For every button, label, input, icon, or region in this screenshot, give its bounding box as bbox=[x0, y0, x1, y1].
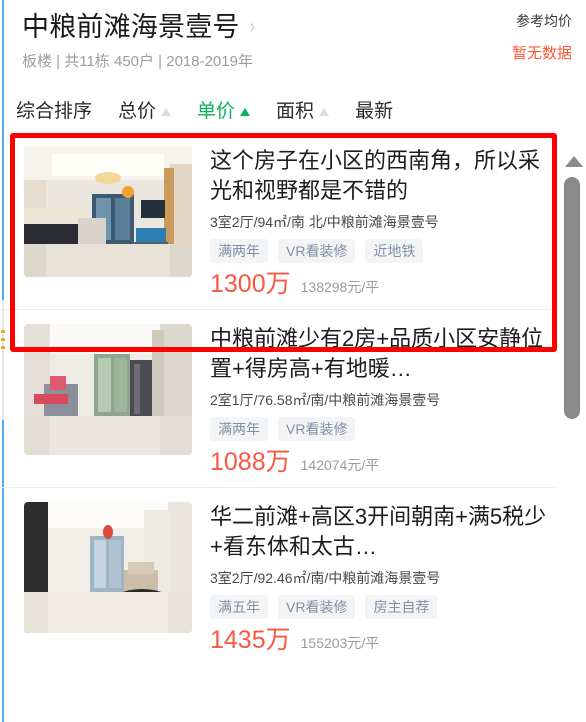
sort-option-unit-price[interactable]: 单价 bbox=[197, 100, 251, 124]
listing-tag: 满两年 bbox=[210, 239, 268, 263]
sort-arrow-up-icon bbox=[319, 108, 330, 116]
listing-total-price: 1088万 bbox=[210, 448, 291, 476]
community-title-link[interactable]: 中粮前滩海景壹号 › bbox=[22, 11, 255, 43]
listing-thumbnail[interactable] bbox=[24, 146, 192, 277]
listing-results-list: 这个房子在小区的西南角，所以采光和视野都是不错的 3室2厅/94㎡/南 北/中粮… bbox=[0, 132, 558, 722]
scroll-up-arrow-icon[interactable] bbox=[565, 156, 583, 167]
sort-arrow-up-icon bbox=[240, 108, 251, 116]
listing-tag: VR看装修 bbox=[278, 417, 356, 441]
listing-photo-icon bbox=[24, 146, 192, 277]
sort-option-label: 最新 bbox=[355, 101, 394, 122]
listing-unit-price: 155203元/平 bbox=[300, 635, 380, 651]
community-header: 中粮前滩海景壹号 › 板楼 | 共11栋 450户 | 2018-2019年 参… bbox=[0, 0, 586, 86]
average-price-label: 参考均价 bbox=[516, 13, 572, 29]
listing-attributes: 2室1厅/76.58㎡/南/中粮前滩海景壹号 bbox=[210, 392, 441, 408]
listing-title[interactable]: 华二前滩+高区3开间朝南+满5税少+看东体和太古… bbox=[210, 502, 550, 562]
listing-title[interactable]: 这个房子在小区的西南角，所以采光和视野都是不错的 bbox=[210, 146, 550, 206]
listing-price-row: 1088万 142074元/平 bbox=[210, 447, 550, 477]
sort-option-label: 综合排序 bbox=[16, 101, 93, 122]
listing-tag: 房主自荐 bbox=[365, 595, 438, 619]
listing-photo-icon bbox=[24, 502, 192, 633]
listing-price-row: 1435万 155203元/平 bbox=[210, 625, 550, 655]
list-item[interactable]: 中粮前滩少有2房+品质小区安静位置+得房高+有地暖… 2室1厅/76.58㎡/南… bbox=[0, 310, 558, 488]
listing-tag-row: 满五年 VR看装修 房主自荐 bbox=[210, 595, 550, 619]
listing-info: 这个房子在小区的西南角，所以采光和视野都是不错的 3室2厅/94㎡/南 北/中粮… bbox=[210, 146, 558, 299]
listing-tag: 满两年 bbox=[210, 417, 268, 441]
sort-option-comprehensive[interactable]: 综合排序 bbox=[16, 100, 92, 124]
listing-tag-row: 满两年 VR看装修 bbox=[210, 417, 550, 441]
sort-option-label: 单价 bbox=[197, 101, 236, 122]
listing-attributes: 3室2厅/92.46㎡/南/中粮前滩海景壹号 bbox=[210, 570, 441, 586]
page-title: 中粮前滩海景壹号 bbox=[22, 12, 240, 42]
listing-unit-price: 142074元/平 bbox=[300, 457, 380, 473]
listing-photo-icon bbox=[24, 324, 192, 455]
listing-title[interactable]: 中粮前滩少有2房+品质小区安静位置+得房高+有地暖… bbox=[210, 324, 550, 384]
listing-tag: VR看装修 bbox=[278, 239, 356, 263]
listing-total-price: 1435万 bbox=[210, 626, 291, 654]
list-item[interactable]: 这个房子在小区的西南角，所以采光和视野都是不错的 3室2厅/94㎡/南 北/中粮… bbox=[0, 132, 558, 310]
listing-unit-price: 138298元/平 bbox=[300, 279, 380, 295]
sort-bar: 综合排序 总价 单价 面积 最新 bbox=[0, 92, 586, 132]
listing-info: 中粮前滩少有2房+品质小区安静位置+得房高+有地暖… 2室1厅/76.58㎡/南… bbox=[210, 324, 558, 477]
list-item[interactable]: 华二前滩+高区3开间朝南+满5税少+看东体和太古… 3室2厅/92.46㎡/南/… bbox=[0, 488, 558, 665]
vertical-scrollbar[interactable] bbox=[558, 132, 586, 722]
community-meta-info: 板楼 | 共11栋 450户 | 2018-2019年 bbox=[22, 53, 253, 70]
listing-tag-row: 满两年 VR看装修 近地铁 bbox=[210, 239, 550, 263]
average-price-value: 暂无数据 bbox=[511, 45, 572, 62]
sort-option-label: 总价 bbox=[118, 101, 157, 122]
sort-option-area[interactable]: 面积 bbox=[276, 100, 330, 124]
listing-tag: VR看装修 bbox=[278, 595, 356, 619]
sort-option-label: 面积 bbox=[276, 101, 315, 122]
listing-thumbnail[interactable] bbox=[24, 324, 192, 455]
listing-tag: 满五年 bbox=[210, 595, 268, 619]
sort-option-total-price[interactable]: 总价 bbox=[118, 100, 172, 124]
chevron-right-icon: › bbox=[249, 16, 255, 38]
listing-price-row: 1300万 138298元/平 bbox=[210, 269, 550, 299]
listing-info: 华二前滩+高区3开间朝南+满5税少+看东体和太古… 3室2厅/92.46㎡/南/… bbox=[210, 502, 558, 655]
listing-tag: 近地铁 bbox=[365, 239, 424, 263]
sort-option-newest[interactable]: 最新 bbox=[355, 100, 393, 124]
sort-arrow-up-icon bbox=[161, 108, 172, 116]
listing-attributes: 3室2厅/94㎡/南 北/中粮前滩海景壹号 bbox=[210, 214, 439, 230]
reference-average-price-block: 参考均价 暂无数据 bbox=[442, 12, 572, 63]
listing-thumbnail[interactable] bbox=[24, 502, 192, 633]
listing-total-price: 1300万 bbox=[210, 270, 291, 298]
scrollbar-thumb[interactable] bbox=[564, 177, 580, 419]
